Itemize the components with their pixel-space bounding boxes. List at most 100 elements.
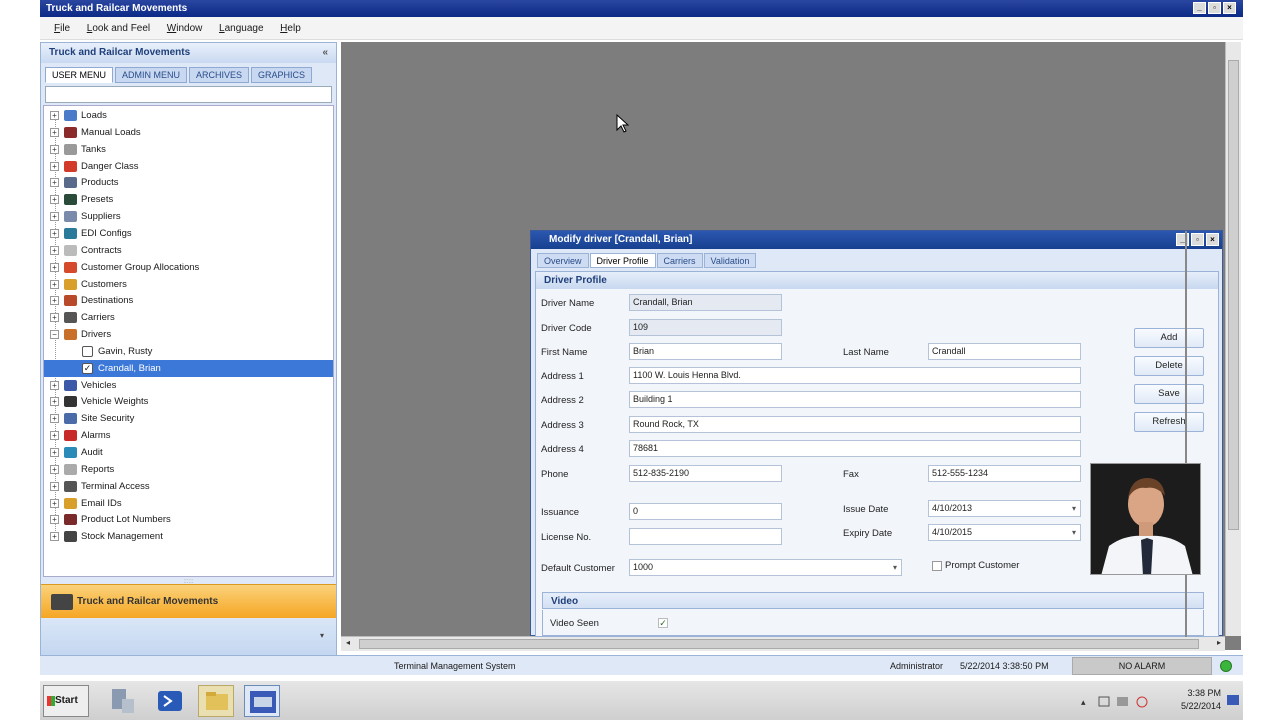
horizontal-scrollbar[interactable]: ◂ ▸: [341, 636, 1225, 651]
tree-item-site-security[interactable]: + Site Security: [44, 410, 333, 427]
tree-item-loads[interactable]: + Loads: [44, 107, 333, 124]
expand-toggle-icon[interactable]: +: [50, 262, 59, 272]
scroll-thumb[interactable]: [359, 639, 1199, 649]
tree-item-manual-loads[interactable]: + Manual Loads: [44, 124, 333, 141]
alarm-status[interactable]: NO ALARM: [1072, 657, 1212, 675]
expand-toggle-icon[interactable]: +: [50, 431, 59, 441]
tree-item-terminal-access[interactable]: + Terminal Access: [44, 478, 333, 495]
collapse-icon[interactable]: «: [322, 43, 328, 63]
tree-item-vehicles[interactable]: + Vehicles: [44, 377, 333, 394]
delete-button[interactable]: Delete: [1134, 356, 1204, 376]
dropdown-arrow-icon[interactable]: ▾: [1072, 501, 1076, 516]
address2-field[interactable]: Building 1: [629, 391, 1081, 408]
tab-driver-profile[interactable]: Driver Profile: [589, 253, 656, 268]
server-manager-icon[interactable]: [104, 685, 140, 717]
default-customer-select[interactable]: 1000 ▾: [629, 559, 902, 576]
expand-toggle-icon[interactable]: +: [50, 464, 59, 474]
chevron-down-icon[interactable]: ▾: [320, 631, 324, 640]
expand-toggle-icon[interactable]: +: [50, 498, 59, 508]
tree-item-presets[interactable]: + Presets: [44, 191, 333, 208]
tree-item-customer-group-allocations[interactable]: + Customer Group Allocations: [44, 259, 333, 276]
tree-item-reports[interactable]: + Reports: [44, 461, 333, 478]
expand-toggle-icon[interactable]: +: [50, 195, 59, 205]
tab-archives[interactable]: ARCHIVES: [189, 67, 250, 83]
issue-date-picker[interactable]: 4/10/2013 ▾: [928, 500, 1081, 517]
tree-item-products[interactable]: + Products: [44, 174, 333, 191]
issuance-field[interactable]: 0: [629, 503, 782, 520]
tree-item-danger-class[interactable]: + Danger Class: [44, 158, 333, 175]
expand-toggle-icon[interactable]: +: [50, 313, 59, 323]
minimize-button[interactable]: _: [1193, 2, 1206, 14]
menu-search-input[interactable]: [45, 86, 332, 103]
expand-toggle-icon[interactable]: +: [50, 127, 59, 137]
expand-toggle-icon[interactable]: +: [50, 397, 59, 407]
tree-item-contracts[interactable]: + Contracts: [44, 242, 333, 259]
truck-railcar-app-icon[interactable]: [244, 685, 280, 717]
checkbox-icon[interactable]: [82, 345, 93, 357]
tree-item-vehicle-weights[interactable]: + Vehicle Weights: [44, 393, 333, 410]
expand-toggle-icon[interactable]: +: [50, 212, 59, 222]
tab-graphics[interactable]: GRAPHICS: [251, 67, 313, 83]
address3-field[interactable]: Round Rock, TX: [629, 416, 1081, 433]
menu-language[interactable]: Language: [219, 17, 264, 40]
menu-look-and-feel[interactable]: Look and Feel: [87, 17, 150, 40]
fax-field[interactable]: 512-555-1234: [928, 465, 1081, 482]
refresh-button[interactable]: Refresh: [1134, 412, 1204, 432]
save-button[interactable]: Save: [1134, 384, 1204, 404]
tab-validation[interactable]: Validation: [703, 253, 757, 268]
expand-toggle-icon[interactable]: +: [50, 161, 59, 171]
tree-item-alarms[interactable]: + Alarms: [44, 427, 333, 444]
tab-user-menu[interactable]: USER MENU: [45, 67, 114, 83]
tab-overview[interactable]: Overview: [537, 253, 589, 268]
expiry-date-picker[interactable]: 4/10/2015 ▾: [928, 524, 1081, 541]
expand-toggle-icon[interactable]: +: [50, 228, 59, 238]
restore-button[interactable]: ▫: [1208, 2, 1221, 14]
scroll-left-icon[interactable]: ◂: [346, 638, 350, 647]
driver-code-field[interactable]: 109: [629, 319, 782, 336]
first-name-field[interactable]: Brian: [629, 343, 782, 360]
tree-item-product-lot-numbers[interactable]: + Product Lot Numbers: [44, 511, 333, 528]
last-name-field[interactable]: Crandall: [928, 343, 1081, 360]
expand-toggle-icon[interactable]: +: [50, 144, 59, 154]
expand-toggle-icon[interactable]: +: [50, 279, 59, 289]
child-maximize-button[interactable]: ▫: [1191, 233, 1204, 246]
scroll-right-icon[interactable]: ▸: [1217, 638, 1221, 647]
child-close-button[interactable]: ×: [1206, 233, 1219, 246]
expand-toggle-icon[interactable]: +: [50, 380, 59, 390]
phone-field[interactable]: 512-835-2190: [629, 465, 782, 482]
explorer-icon[interactable]: [198, 685, 234, 717]
tree-item-driver[interactable]: Gavin, Rusty: [44, 343, 333, 360]
menu-window[interactable]: Window: [167, 17, 203, 40]
add-button[interactable]: Add: [1134, 328, 1204, 348]
tree-item-suppliers[interactable]: + Suppliers: [44, 208, 333, 225]
tree-item-carriers[interactable]: + Carriers: [44, 309, 333, 326]
expand-toggle-icon[interactable]: +: [50, 532, 59, 542]
tree-item-customers[interactable]: + Customers: [44, 276, 333, 293]
expand-toggle-icon[interactable]: +: [50, 414, 59, 424]
tree-item-drivers[interactable]: − Drivers: [44, 326, 333, 343]
tree-item-edi-configs[interactable]: + EDI Configs: [44, 225, 333, 242]
expand-toggle-icon[interactable]: +: [50, 296, 59, 306]
address4-field[interactable]: 78681: [629, 440, 1081, 457]
dropdown-arrow-icon[interactable]: ▾: [893, 560, 897, 575]
license-no-field[interactable]: [629, 528, 782, 545]
expand-toggle-icon[interactable]: +: [50, 111, 59, 120]
address1-field[interactable]: 1100 W. Louis Henna Blvd.: [629, 367, 1081, 384]
expand-toggle-icon[interactable]: +: [50, 515, 59, 525]
show-desktop-icon[interactable]: [1227, 695, 1239, 705]
child-minimize-button[interactable]: _: [1176, 233, 1189, 246]
tree-item-stock-management[interactable]: + Stock Management: [44, 528, 333, 545]
expand-toggle-icon[interactable]: +: [50, 178, 59, 188]
start-button[interactable]: Start: [43, 685, 89, 717]
tree-item-tanks[interactable]: + Tanks: [44, 141, 333, 158]
tree-item-email-ids[interactable]: + Email IDs: [44, 495, 333, 512]
tab-admin-menu[interactable]: ADMIN MENU: [115, 67, 188, 83]
dropdown-arrow-icon[interactable]: ▾: [1072, 525, 1076, 540]
tray-clock[interactable]: 3:38 PM 5/22/2014: [1181, 687, 1221, 713]
expand-toggle-icon[interactable]: +: [50, 481, 59, 491]
tree-item-driver[interactable]: ✓ Crandall, Brian: [44, 359, 333, 377]
expand-toggle-icon[interactable]: −: [50, 330, 59, 340]
scroll-thumb[interactable]: [1228, 60, 1239, 530]
module-header[interactable]: Truck and Railcar Movements: [41, 584, 336, 618]
expand-toggle-icon[interactable]: +: [50, 448, 59, 457]
